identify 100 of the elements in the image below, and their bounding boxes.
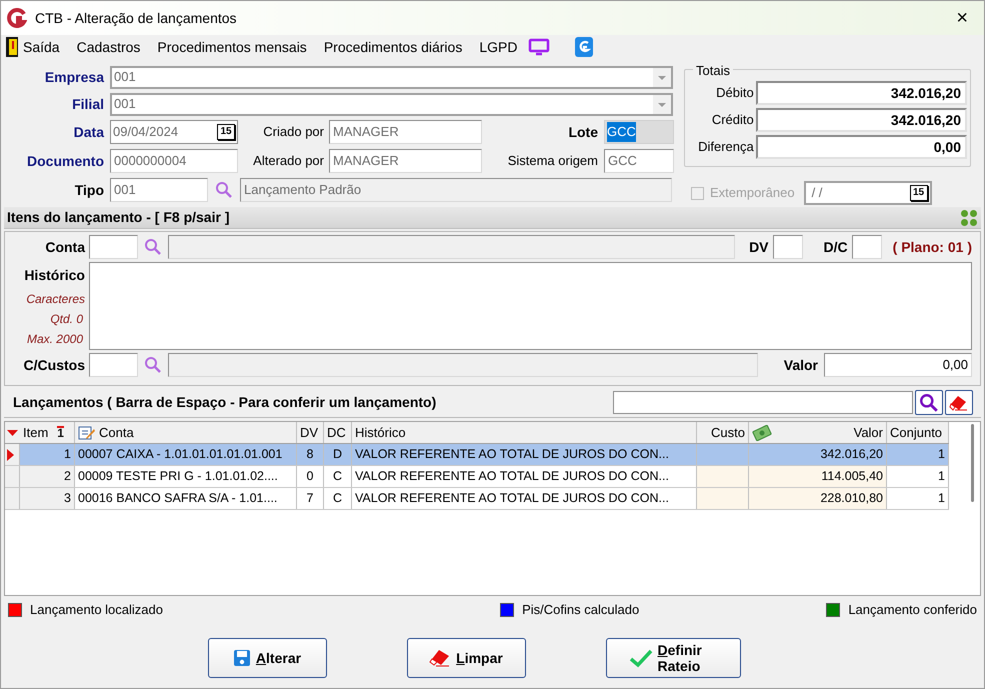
field-label: Valor — [782, 356, 819, 374]
legend-label: Lançamento conferido — [848, 601, 977, 620]
table-cell: 228.010,80 — [749, 488, 887, 509]
field-label: DV — [749, 238, 770, 256]
close-button[interactable]: × — [956, 8, 968, 28]
search-button[interactable] — [915, 390, 943, 415]
input-field[interactable] — [168, 353, 758, 377]
table-cell: C — [324, 466, 352, 487]
save-icon — [232, 649, 251, 667]
table-cell: 3 — [20, 488, 75, 509]
field-label: Filial — [71, 94, 105, 114]
table-row[interactable]: 2 00009 TESTE PRI G - 1.01.01.02.... 0 C VALOR REFERENTE AO TOTAL DE JUROS DO CON... 114.005,40 1 — [5, 466, 949, 488]
input-field[interactable] — [168, 235, 736, 259]
menu-item[interactable]: LGPD — [479, 36, 518, 58]
input-field[interactable] — [772, 235, 803, 259]
plan-label: ( Plano: 01 ) — [892, 238, 972, 257]
dropdown[interactable]: 001 — [110, 66, 673, 88]
row-header-cell[interactable] — [5, 444, 20, 465]
column-header[interactable]: Conta — [75, 422, 297, 443]
table-cell: D — [324, 444, 352, 465]
table-cell: 00016 BANCO SAFRA S/A - 1.01.... — [75, 488, 297, 509]
expand-icon — [960, 208, 978, 226]
scrollbar-thumb[interactable] — [970, 424, 974, 502]
input-field[interactable]: 001 — [110, 178, 208, 202]
table-cell: 1 — [887, 488, 949, 509]
menu-item[interactable]: Saída — [6, 36, 60, 58]
field-label: C/Custos — [22, 356, 86, 374]
field-label: Sistema origem — [506, 152, 599, 170]
field-label: Documento — [26, 152, 105, 170]
action-button[interactable]: Alterar — [208, 638, 326, 678]
sort-indicator: 1 — [57, 426, 64, 439]
monitor-icon — [528, 38, 550, 56]
current-row-icon — [5, 448, 15, 462]
total-field: 342.016,20 — [756, 108, 967, 132]
table-cell: 1 — [887, 444, 949, 465]
legend-label: Lançamento localizado — [30, 601, 163, 620]
field-label: Crédito — [710, 111, 755, 130]
table-cell: C — [324, 488, 352, 509]
column-header[interactable]: DV — [297, 422, 324, 443]
calendar-button[interactable]: 15 — [217, 124, 235, 140]
input-field[interactable]: MANAGER — [329, 120, 482, 144]
text-area[interactable] — [89, 262, 972, 350]
field-label: Empresa — [44, 68, 106, 87]
table-cell: 00007 CAIXA - 1.01.01.01.01.01.001 — [75, 444, 297, 465]
input-field[interactable]: 0000000004 — [110, 149, 238, 173]
table-cell: VALOR REFERENTE AO TOTAL DE JUROS DO CON... — [352, 444, 697, 465]
edit-icon — [78, 424, 96, 440]
input-field[interactable] — [89, 235, 138, 259]
input-field[interactable]: Lançamento Padrão — [240, 178, 672, 202]
table-row[interactable]: 1 00007 CAIXA - 1.01.01.01.01.01.001 8 D VALOR REFERENTE AO TOTAL DE JUROS DO CON... 342.016,20 1 — [5, 444, 949, 466]
table-cell: 1 — [20, 444, 75, 465]
input-field[interactable]: GCC — [604, 120, 674, 144]
legend-label: Pis/Cofins calculado — [522, 601, 640, 620]
menu-item[interactable]: Procedimentos mensais — [157, 36, 307, 58]
section-title: Lançamentos ( Barra de Espaço - Para conferir um lançamento) — [13, 393, 438, 412]
input-field[interactable]: GCC — [604, 149, 674, 173]
search-icon — [144, 238, 162, 256]
dropdown-value: 001 — [114, 95, 136, 114]
action-button[interactable]: Limpar — [406, 638, 526, 678]
input-field[interactable] — [89, 353, 138, 377]
total-field: 342.016,20 — [756, 81, 967, 105]
field-label: Diferença — [697, 138, 755, 156]
eraser-icon — [429, 649, 452, 667]
sort-arrow-icon — [7, 430, 18, 436]
field-label: Data — [72, 122, 106, 142]
field-label: Conta — [44, 238, 86, 256]
counter-text: Caracteres — [26, 291, 85, 308]
column-header[interactable]: DC — [324, 422, 352, 443]
column-header[interactable]: Item 1 — [20, 422, 75, 443]
field-label: Histórico — [24, 266, 85, 285]
column-header[interactable]: Conjunto — [887, 422, 949, 443]
input-field[interactable]: MANAGER — [329, 149, 482, 173]
section-title: Itens do lançamento - [ F8 p/sair ] — [7, 208, 230, 227]
field-label: Lote — [567, 122, 599, 142]
field-label: Alterado por — [252, 152, 325, 170]
row-header-cell[interactable] — [5, 466, 20, 487]
action-button[interactable]: Definir Rateio — [606, 638, 740, 678]
table-row[interactable]: 3 00016 BANCO SAFRA S/A - 1.01.... 7 C VALOR REFERENTE AO TOTAL DE JUROS DO CON... 228.010,80 1 — [5, 488, 949, 510]
menu-item[interactable]: Cadastros — [76, 36, 140, 58]
dropdown[interactable]: 001 — [110, 92, 673, 116]
input-field[interactable]: 0,00 — [824, 353, 972, 377]
column-header[interactable]: Custo — [697, 422, 749, 443]
table-cell: 2 — [20, 466, 75, 487]
search-field[interactable] — [613, 391, 913, 414]
row-header-cell[interactable] — [5, 488, 20, 509]
table-cell: 114.005,40 — [749, 466, 887, 487]
column-header[interactable]: Valor — [749, 422, 887, 443]
checkbox-label: Extemporâneo — [710, 184, 795, 202]
column-header[interactable]: Histórico — [352, 422, 697, 443]
counter-text: Qtd. 0 — [50, 311, 84, 328]
field-label: Tipo — [74, 180, 105, 200]
counter-text: Max. 2000 — [26, 331, 84, 348]
menu-item[interactable]: Procedimentos diários — [324, 36, 462, 58]
date-field[interactable]: 09/04/2024 15 — [110, 120, 238, 144]
clear-button[interactable] — [945, 390, 973, 415]
table-cell: 342.016,20 — [749, 444, 887, 465]
check-icon — [628, 648, 652, 668]
input-field[interactable] — [852, 235, 882, 259]
total-field: 0,00 — [756, 135, 967, 159]
field-label: Criado por — [262, 123, 325, 142]
